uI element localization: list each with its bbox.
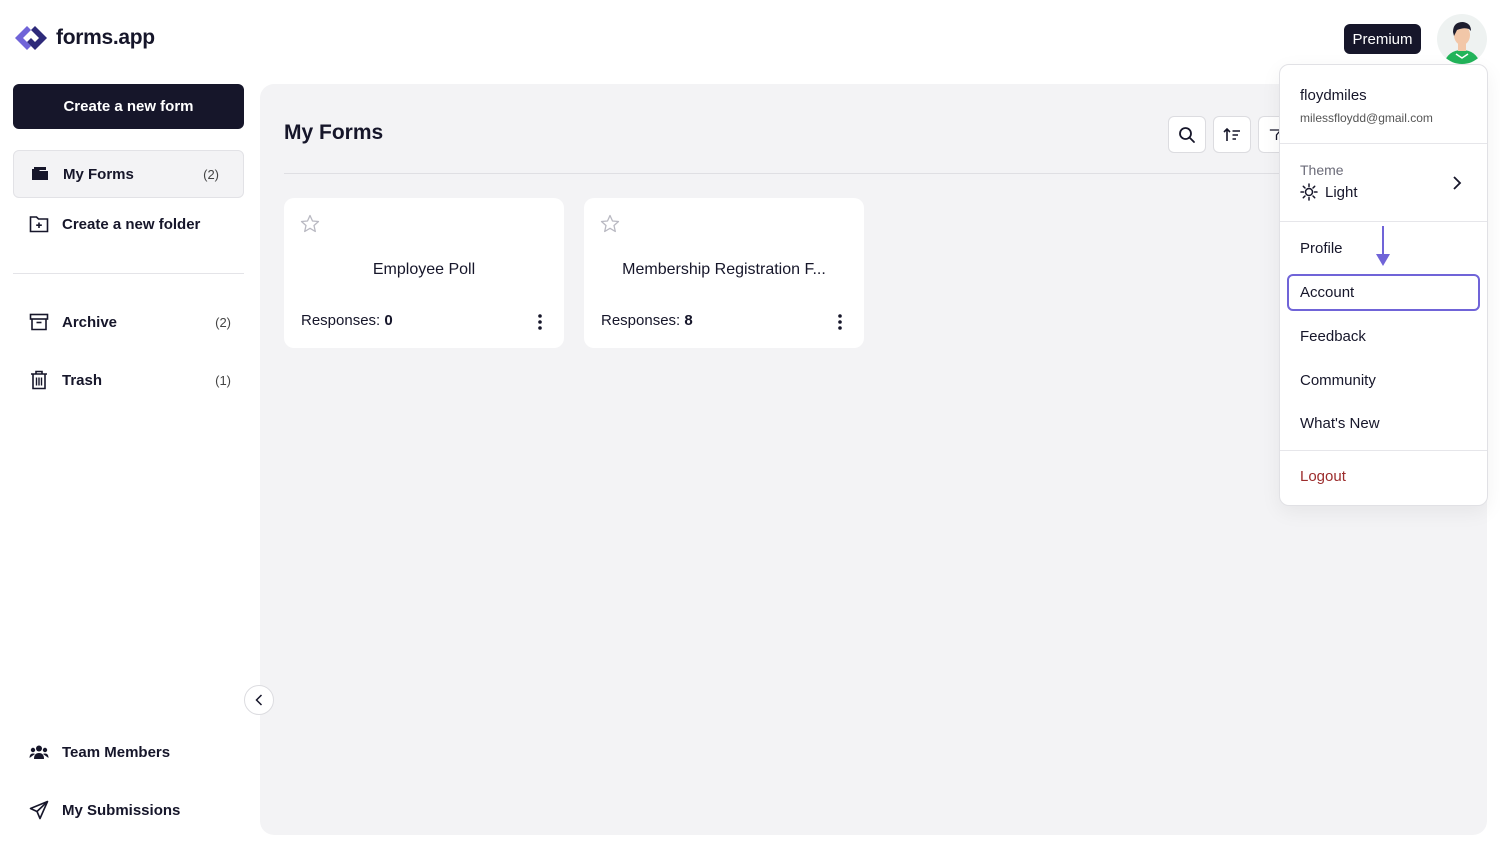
arrow-down-icon [1376, 226, 1390, 266]
sidebar-item-team-members[interactable]: Team Members [13, 728, 244, 776]
send-icon [29, 800, 49, 820]
menu-item-community[interactable]: Community [1287, 362, 1480, 399]
menu-item-feedback[interactable]: Feedback [1287, 318, 1480, 355]
logout-button[interactable]: Logout [1287, 458, 1480, 495]
menu-item-whats-new[interactable]: What's New [1287, 405, 1480, 442]
form-card[interactable]: Membership Registration F... Responses: … [584, 198, 864, 348]
responses-label: Responses: [601, 312, 681, 329]
sidebar-item-label: My Submissions [62, 801, 181, 819]
form-card-responses: Responses: 0 [301, 312, 393, 329]
dropdown-email: milessfloydd@gmail.com [1300, 111, 1433, 125]
more-vertical-icon [838, 314, 842, 330]
main-divider [284, 173, 1284, 174]
form-card-responses: Responses: 8 [601, 312, 693, 329]
sidebar-item-label: Trash [62, 371, 103, 389]
page-title: My Forms [284, 121, 384, 144]
form-card-title: Membership Registration F... [622, 261, 826, 278]
more-options-button[interactable] [830, 312, 850, 332]
app-logo[interactable]: forms.app [13, 22, 155, 54]
sidebar-item-my-submissions[interactable]: My Submissions [13, 786, 244, 834]
menu-item-account[interactable]: Account [1287, 274, 1480, 311]
responses-label: Responses: [301, 312, 381, 329]
trash-icon [29, 370, 49, 390]
premium-button[interactable]: Premium [1344, 24, 1421, 54]
sidebar-item-my-forms[interactable]: My Forms (2) [13, 150, 244, 198]
theme-label: Theme [1300, 162, 1344, 178]
folder-plus-icon [29, 214, 49, 234]
form-card-title: Employee Poll [372, 261, 476, 278]
app-name: forms.app [56, 26, 155, 49]
dropdown-divider [1280, 450, 1487, 451]
sidebar-item-count: (1) [215, 372, 231, 388]
chevron-left-icon [255, 694, 263, 706]
sidebar-item-archive[interactable]: Archive (2) [13, 298, 244, 346]
sort-icon [1223, 127, 1240, 141]
forms-app-logo-icon [15, 26, 47, 50]
filter-button[interactable] [1258, 116, 1279, 153]
search-icon [1179, 126, 1195, 143]
filter-icon [1269, 128, 1279, 140]
create-new-form-button[interactable]: Create a new form [13, 84, 244, 129]
sidebar-item-trash[interactable]: Trash (1) [13, 356, 244, 404]
sidebar-item-label: Team Members [62, 743, 171, 761]
dropdown-divider [1280, 221, 1487, 222]
account-dropdown: floydmiles milessfloydd@gmail.com Theme … [1279, 64, 1488, 506]
archive-icon [29, 312, 49, 332]
sidebar-item-count: (2) [203, 166, 219, 182]
sort-button[interactable] [1213, 116, 1251, 153]
team-icon [29, 742, 49, 762]
responses-count: 0 [384, 312, 393, 329]
star-icon[interactable] [300, 214, 320, 234]
folder-icon [30, 164, 50, 184]
sidebar-item-label: Archive [62, 313, 118, 331]
sidebar-item-label: Create a new folder [62, 215, 201, 233]
user-avatar-icon [1443, 22, 1481, 64]
more-options-button[interactable] [530, 312, 550, 332]
sidebar-divider [13, 273, 244, 274]
star-icon[interactable] [600, 214, 620, 234]
sidebar-item-count: (2) [215, 314, 231, 330]
collapse-sidebar-button[interactable] [244, 685, 274, 715]
more-vertical-icon [538, 314, 542, 330]
theme-value: Light [1325, 183, 1358, 201]
dropdown-username: floydmiles [1300, 87, 1367, 104]
sidebar-item-label: My Forms [63, 165, 134, 183]
sun-icon [1300, 183, 1318, 201]
sidebar-item-create-folder[interactable]: Create a new folder [13, 200, 244, 248]
theme-selector[interactable]: Light [1300, 183, 1358, 201]
user-avatar[interactable] [1437, 14, 1487, 64]
dropdown-divider [1280, 143, 1487, 144]
chevron-right-icon[interactable] [1447, 173, 1467, 193]
responses-count: 8 [684, 312, 693, 329]
form-card[interactable]: Employee Poll Responses: 0 [284, 198, 564, 348]
search-button[interactable] [1168, 116, 1206, 153]
